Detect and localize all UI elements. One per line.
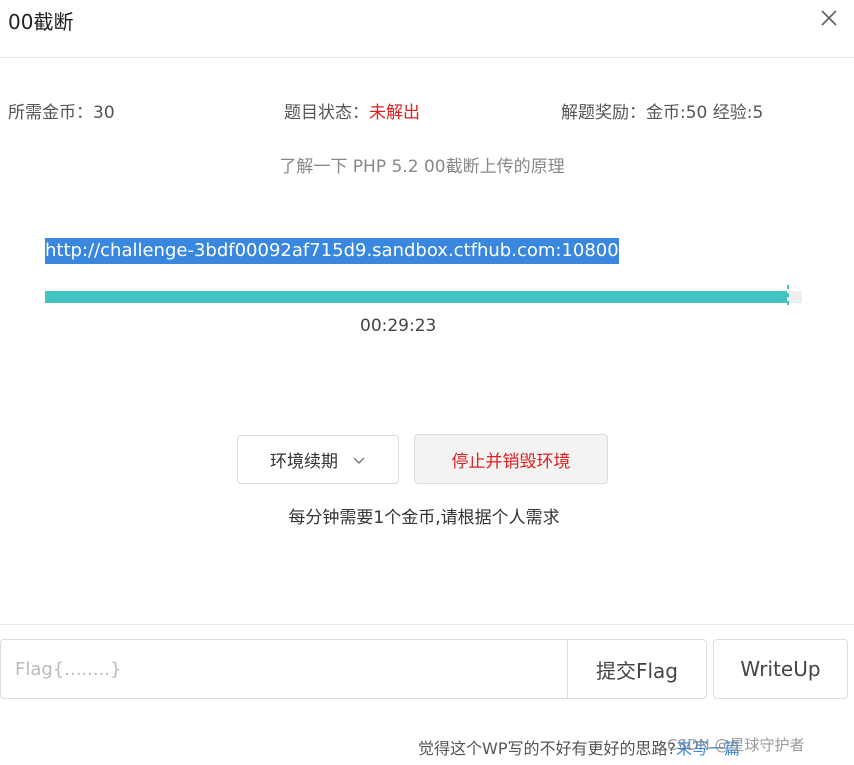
writeup-prompt-text: 觉得这个WP写的不好有更好的思路? <box>418 739 676 758</box>
status-info: 题目状态：未解出 <box>284 98 420 123</box>
divider <box>0 624 854 625</box>
submit-flag-button[interactable]: 提交Flag <box>567 639 707 699</box>
progress-marker <box>787 285 789 309</box>
dialog-header: 00截断 <box>0 0 854 58</box>
environment-url[interactable]: http://challenge-3bdf00092af715d9.sandbo… <box>45 238 619 264</box>
time-progress-bar <box>45 285 802 309</box>
stop-destroy-environment-button[interactable]: 停止并销毁环境 <box>414 434 608 484</box>
challenge-info-row: 所需金币：30 题目状态：未解出 解题奖励：金币:50 经验:5 <box>0 98 854 124</box>
reward-info: 解题奖励：金币:50 经验:5 <box>561 103 764 123</box>
cost-note-text: 每分钟需要1个金币,请根据个人需求 <box>288 508 560 528</box>
cost-note: 每分钟需要1个金币,请根据个人需求 <box>0 503 854 528</box>
renew-environment-button[interactable]: 环境续期 <box>237 435 399 484</box>
renew-label: 环境续期 <box>270 452 338 472</box>
submit-flag-label: 提交Flag <box>595 658 678 683</box>
status-value: 未解出 <box>369 103 420 123</box>
writeup-label: WriteUp <box>740 657 821 681</box>
flag-input[interactable] <box>0 639 568 699</box>
chevron-down-icon <box>352 455 366 465</box>
stop-label: 停止并销毁环境 <box>451 451 571 472</box>
watermark: CSDN @星球守护者 <box>667 736 805 754</box>
close-icon[interactable] <box>818 7 840 29</box>
close-icon-glyph <box>821 10 837 26</box>
remaining-timer: 00:29:23 <box>360 316 437 336</box>
time-progress-fill <box>45 291 787 303</box>
description-text: 了解一下 PHP 5.2 00截断上传的原理 <box>279 157 565 177</box>
challenge-description: 了解一下 PHP 5.2 00截断上传的原理 <box>0 152 854 177</box>
dialog-title: 00截断 <box>8 10 74 34</box>
status-label: 题目状态： <box>284 103 369 123</box>
writeup-button[interactable]: WriteUp <box>713 639 848 699</box>
challenge-dialog: 00截断 所需金币：30 题目状态：未解出 解题奖励：金币:50 经验:5 了解… <box>0 0 854 765</box>
cost-info: 所需金币：30 <box>8 103 115 123</box>
